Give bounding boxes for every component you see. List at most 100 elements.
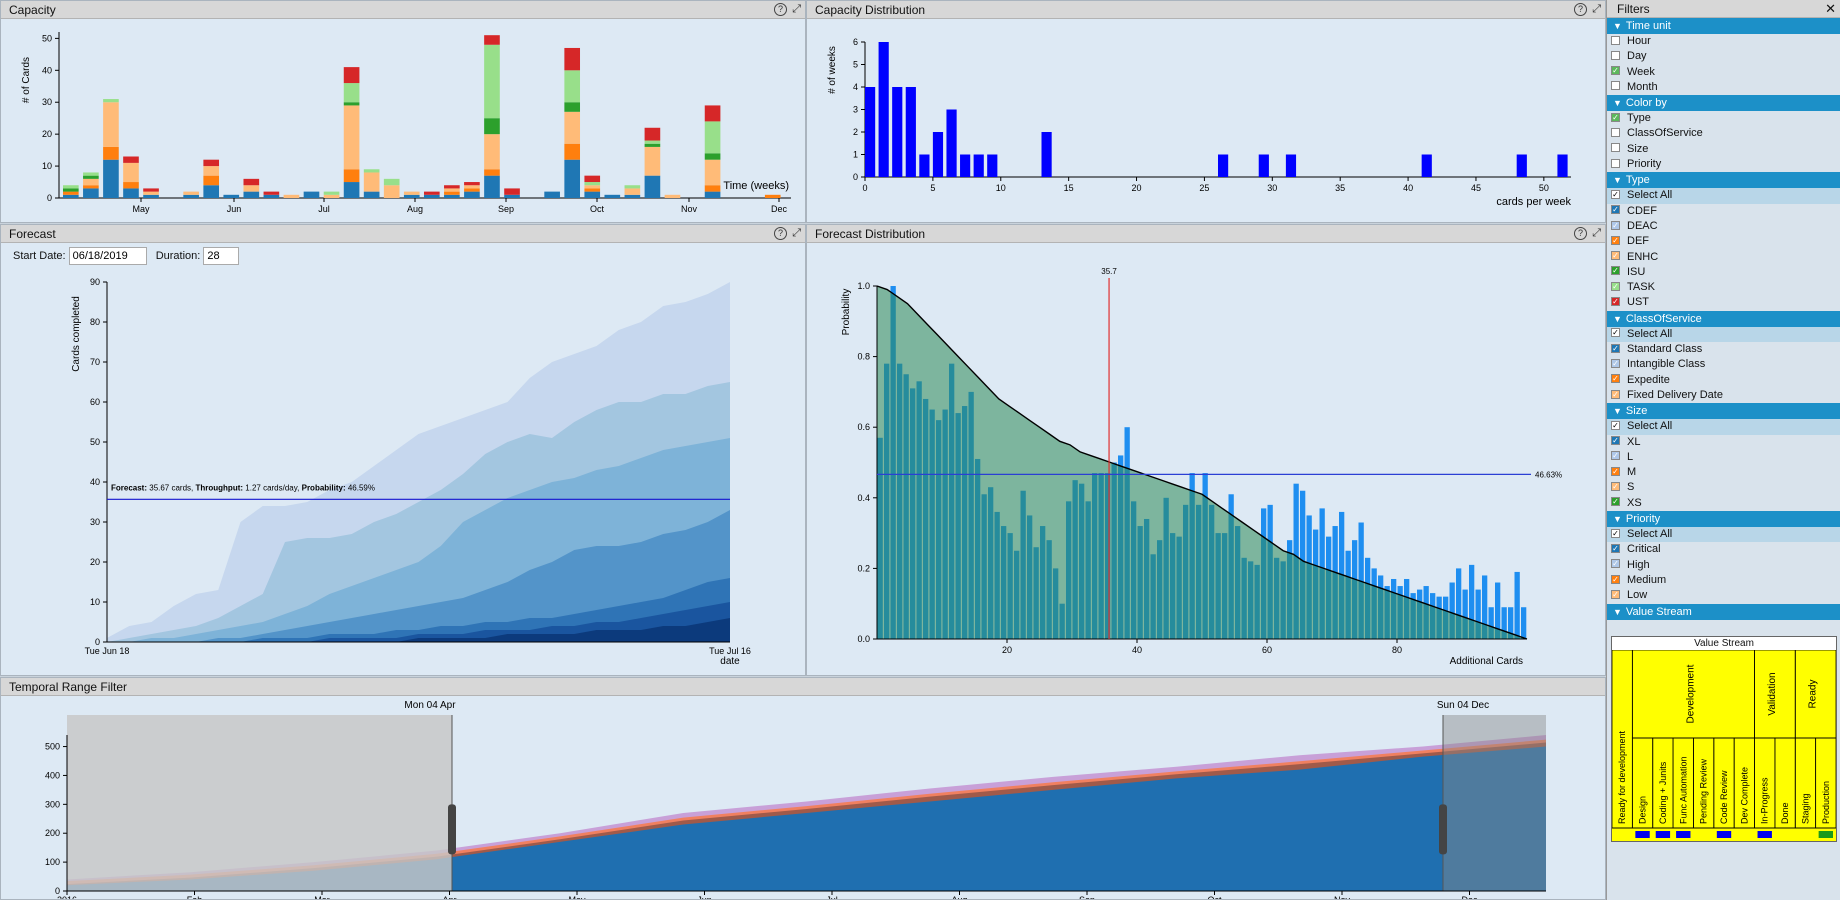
checkbox[interactable] [1611, 143, 1620, 153]
filter-item[interactable]: ✓ Fixed Delivery Date [1607, 388, 1840, 403]
filter-item[interactable]: ✓ High [1607, 558, 1840, 573]
checkbox[interactable] [1611, 50, 1620, 60]
checkbox[interactable]: ✓ [1611, 559, 1620, 569]
filter-item[interactable]: ✓ Low [1607, 588, 1840, 603]
x-tick-label: Jul [826, 895, 838, 900]
filter-item[interactable]: Size [1607, 142, 1840, 157]
checkbox[interactable]: ✓ [1611, 297, 1620, 307]
checkbox[interactable]: ✓ [1611, 328, 1620, 338]
expand-icon[interactable]: ⤢ [1592, 227, 1601, 240]
checkbox[interactable]: ✓ [1611, 389, 1620, 399]
chevron-down-icon: ▼ [1613, 313, 1622, 324]
checkbox[interactable]: ✓ [1611, 66, 1620, 76]
help-icon[interactable]: ? [774, 227, 787, 240]
help-icon[interactable]: ? [774, 3, 787, 16]
filter-group-header[interactable]: ▼ Type [1607, 172, 1840, 189]
filter-item[interactable]: ✓ Select All [1607, 527, 1840, 543]
checkbox[interactable]: ✓ [1611, 220, 1620, 230]
filter-item[interactable]: Day [1607, 49, 1840, 64]
filter-item-label: Day [1627, 50, 1647, 63]
filter-item[interactable]: Month [1607, 80, 1840, 95]
filter-item[interactable]: ✓ Select All [1607, 326, 1840, 343]
filter-item-label: TASK [1627, 281, 1655, 294]
distribution-bar [905, 87, 916, 177]
checkbox[interactable] [1611, 35, 1620, 45]
y-tick-label: 0 [853, 172, 858, 182]
checkbox[interactable]: ✓ [1611, 343, 1620, 353]
checkbox[interactable] [1611, 128, 1620, 138]
filter-item[interactable]: ✓ XL [1607, 435, 1840, 450]
checkbox[interactable]: ✓ [1611, 528, 1620, 538]
value-stream-column-label: In-Progress [1760, 777, 1770, 824]
filter-group-header[interactable]: ▼ Color by [1607, 95, 1840, 112]
filter-item[interactable]: ✓ Intangible Class [1607, 357, 1840, 372]
filter-item[interactable]: ✓ ISU [1607, 265, 1840, 280]
distribution-bar [1285, 154, 1297, 177]
temporal-range-chart[interactable]: Mon 04 Apr Sun 04 Dec01002003004005002016… [1, 697, 1606, 900]
filter-item[interactable]: ✓ DEAC [1607, 219, 1840, 234]
checkbox[interactable]: ✓ [1611, 451, 1620, 461]
capacity-panel: Capacity ? ⤢ 0 10 20 30 40 50 # of Cards Time (w… [0, 0, 806, 223]
checkbox[interactable]: ✓ [1611, 205, 1620, 215]
filter-item[interactable]: ✓ CDEF [1607, 204, 1840, 219]
checkbox[interactable]: ✓ [1611, 497, 1620, 507]
filter-item[interactable]: ✓ Medium [1607, 573, 1840, 588]
checkbox[interactable]: ✓ [1611, 281, 1620, 291]
filter-item[interactable]: ✓ Select All [1607, 419, 1840, 435]
filter-item[interactable]: ✓ Critical [1607, 542, 1840, 557]
filter-item[interactable]: ✓ Expedite [1607, 373, 1840, 388]
duration-input[interactable] [203, 247, 240, 265]
chevron-down-icon: ▼ [1613, 406, 1622, 417]
expand-icon[interactable]: ⤢ [792, 3, 801, 16]
checkbox[interactable] [1611, 158, 1620, 168]
filter-item[interactable]: ✓ ENHC [1607, 250, 1840, 265]
checkbox[interactable]: ✓ [1611, 189, 1620, 199]
checkbox[interactable]: ✓ [1611, 374, 1620, 384]
capacity-bar [624, 188, 641, 195]
filter-item-label: Standard Class [1627, 343, 1703, 356]
checkbox[interactable] [1611, 81, 1620, 91]
filter-item[interactable]: Priority [1607, 157, 1840, 172]
filter-item[interactable]: ✓ Standard Class [1607, 342, 1840, 357]
y-tick-label: 500 [45, 742, 60, 752]
checkbox[interactable]: ✓ [1611, 574, 1620, 584]
start-date-input[interactable] [68, 247, 147, 265]
filter-group-header[interactable]: ▼ Priority [1607, 511, 1840, 528]
capacity-bar [584, 188, 601, 192]
filter-item[interactable]: ✓ M [1607, 465, 1840, 480]
checkbox[interactable]: ✓ [1611, 235, 1620, 245]
checkbox[interactable]: ✓ [1611, 466, 1620, 476]
checkbox[interactable]: ✓ [1611, 112, 1620, 122]
filter-item[interactable]: Hour [1607, 34, 1840, 49]
checkbox[interactable]: ✓ [1611, 543, 1620, 553]
filter-item[interactable]: ✓ S [1607, 480, 1840, 495]
expand-icon[interactable]: ⤢ [792, 227, 801, 240]
checkbox[interactable]: ✓ [1611, 358, 1620, 368]
x-tick-label: Jun [697, 895, 712, 900]
capacity-bar [564, 102, 581, 112]
filter-item[interactable]: ClassOfService [1607, 126, 1840, 141]
checkbox[interactable]: ✓ [1611, 420, 1620, 430]
filter-group-header[interactable]: ▼ Time unit [1607, 18, 1840, 34]
close-icon[interactable]: ✕ [1825, 0, 1836, 18]
filter-item[interactable]: ✓ L [1607, 450, 1840, 465]
filter-item[interactable]: ✓ Select All [1607, 188, 1840, 204]
checkbox[interactable]: ✓ [1611, 589, 1620, 599]
filter-item[interactable]: ✓ DEF [1607, 234, 1840, 249]
checkbox[interactable]: ✓ [1611, 251, 1620, 261]
filter-item[interactable]: ✓ Week [1607, 65, 1840, 80]
checkbox[interactable]: ✓ [1611, 266, 1620, 276]
expand-icon[interactable]: ⤢ [1592, 3, 1601, 16]
filter-item[interactable]: ✓ XS [1607, 496, 1840, 511]
filter-item[interactable]: ✓ TASK [1607, 280, 1840, 295]
help-icon[interactable]: ? [1574, 227, 1587, 240]
filter-group-header[interactable]: ▼ ClassOfService [1607, 310, 1840, 327]
help-icon[interactable]: ? [1574, 3, 1587, 16]
filter-group-header[interactable]: ▼ Size [1607, 403, 1840, 420]
filter-item[interactable]: ✓ UST [1607, 295, 1840, 310]
filter-group-header[interactable]: ▼ Value Stream [1607, 603, 1840, 620]
checkbox[interactable]: ✓ [1611, 482, 1620, 492]
checkbox[interactable]: ✓ [1611, 436, 1620, 446]
filter-item[interactable]: ✓ Type [1607, 111, 1840, 126]
forecast-distribution-panel: Forecast Distribution ? ⤢ 0.0 0.2 0.4 0.6 0.8… [806, 224, 1606, 676]
